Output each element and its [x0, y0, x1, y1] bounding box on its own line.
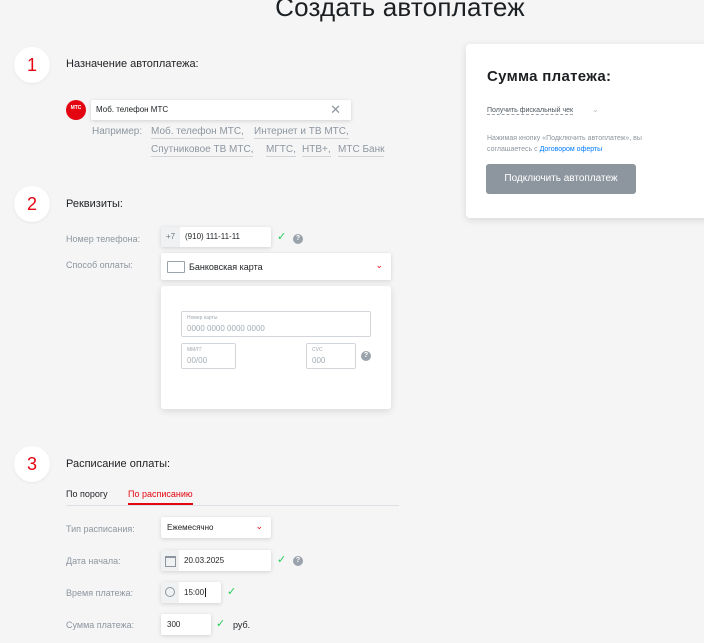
clear-icon[interactable]: ✕ — [330, 102, 341, 118]
payment-time-value: 15:00 — [184, 588, 207, 597]
schedule-type-label: Тип расписания: — [66, 524, 135, 534]
phone-input[interactable]: +7 (910) 111-11-11 — [161, 227, 271, 247]
chevron-down-icon: ⌄ — [375, 260, 383, 270]
phone-prefix: +7 — [161, 227, 180, 247]
phone-valid-check-icon: ✓ — [277, 231, 287, 243]
offer-agreement-link[interactable]: Договором оферты — [540, 146, 603, 153]
schedule-type-select[interactable]: Ежемесячно ⌄ — [161, 517, 271, 538]
mts-logo-text: МТС — [70, 105, 82, 111]
fiscal-receipt-label: Получить фискальный чек — [487, 107, 574, 114]
summary-title: Сумма платежа: — [487, 68, 612, 85]
examples-label: Например: — [92, 126, 143, 137]
card-number-field[interactable]: Номер карты 0000 0000 0000 0000 — [181, 311, 371, 337]
date-help-icon[interactable]: ? — [293, 556, 303, 566]
amount-valid-check-icon: ✓ — [216, 618, 226, 630]
time-valid-check-icon: ✓ — [227, 586, 237, 598]
step-2-number: 2 — [14, 186, 50, 222]
tab-by-threshold[interactable]: По порогу — [66, 489, 108, 499]
cvc-help-icon[interactable]: ? — [361, 351, 371, 361]
tabs-divider — [66, 505, 399, 506]
example-link-internet-tv[interactable]: Интернет и ТВ МТС, — [254, 126, 349, 139]
payment-method-label: Способ оплаты: — [66, 260, 133, 270]
example-link-ntv[interactable]: НТВ+, — [302, 144, 331, 157]
page-title: Создать автоплатеж — [275, 0, 525, 22]
card-number-placeholder: 0000 0000 0000 0000 — [187, 324, 265, 333]
amount-label: Сумма платежа: — [66, 620, 135, 630]
clock-icon — [161, 582, 179, 603]
connect-autopay-button[interactable]: Подключить автоплатеж — [486, 164, 636, 194]
start-date-value: 20.03.2025 — [184, 556, 225, 565]
step-1-number: 1 — [14, 47, 50, 83]
payment-summary-card: Сумма платежа: Получить фискальный чек ⌄… — [466, 44, 704, 218]
card-cvc-field[interactable]: CVC 000 — [306, 343, 356, 369]
start-date-input[interactable]: 20.03.2025 — [161, 550, 271, 571]
card-cvc-label: CVC — [312, 347, 323, 353]
card-expiry-field[interactable]: ММ/ГГ 00/00 — [181, 343, 236, 369]
tab-by-schedule[interactable]: По расписанию — [128, 489, 193, 505]
phone-label: Номер телефона: — [66, 234, 141, 244]
example-link-mobile[interactable]: Моб. телефон МТС, — [151, 126, 244, 139]
example-link-satellite-tv[interactable]: Спутниковое ТВ МТС, — [151, 144, 254, 157]
mts-logo-icon: МТС — [66, 100, 86, 120]
start-date-label: Дата начала: — [66, 556, 121, 566]
phone-value: (910) 111-11-11 — [185, 232, 240, 241]
card-number-label: Номер карты — [187, 315, 218, 321]
card-expiry-placeholder: 00/00 — [187, 356, 208, 365]
service-input[interactable]: Моб. телефон МТС ✕ — [91, 100, 351, 120]
amount-value: 300 — [167, 620, 181, 629]
step-1-title: Назначение автоплатежа: — [66, 58, 199, 70]
amount-input[interactable]: 300 — [161, 614, 211, 635]
step-3-title: Расписание оплаты: — [66, 458, 171, 470]
chevron-down-icon: ⌄ — [592, 105, 599, 114]
card-expiry-label: ММ/ГГ — [187, 347, 203, 353]
fiscal-receipt-toggle[interactable]: Получить фискальный чек — [487, 107, 574, 115]
service-value: Моб. телефон МТС — [96, 105, 169, 114]
phone-help-icon[interactable]: ? — [293, 234, 303, 244]
payment-time-label: Время платежа: — [66, 588, 133, 598]
bank-card-icon — [167, 261, 185, 273]
amount-unit: руб. — [233, 620, 251, 630]
agreement-text: Нажимая кнопку «Подключить автоплатеж», … — [487, 133, 682, 155]
card-details-panel: Номер карты 0000 0000 0000 0000 ММ/ГГ 00… — [161, 286, 391, 409]
schedule-type-value: Ежемесячно — [167, 523, 214, 532]
payment-method-select[interactable]: Банковская карта ⌄ — [161, 253, 391, 280]
step-3-number: 3 — [14, 446, 50, 482]
calendar-icon[interactable] — [161, 550, 179, 571]
example-link-mts-bank[interactable]: МТС Банк — [338, 144, 385, 157]
payment-time-input[interactable]: 15:00 — [161, 582, 221, 603]
example-link-mgts[interactable]: МГТС, — [266, 144, 296, 157]
date-valid-check-icon: ✓ — [277, 554, 287, 566]
step-2-title: Реквизиты: — [66, 198, 123, 210]
card-cvc-placeholder: 000 — [312, 356, 326, 365]
payment-method-value: Банковская карта — [189, 262, 263, 272]
chevron-down-icon: ⌄ — [255, 521, 263, 531]
